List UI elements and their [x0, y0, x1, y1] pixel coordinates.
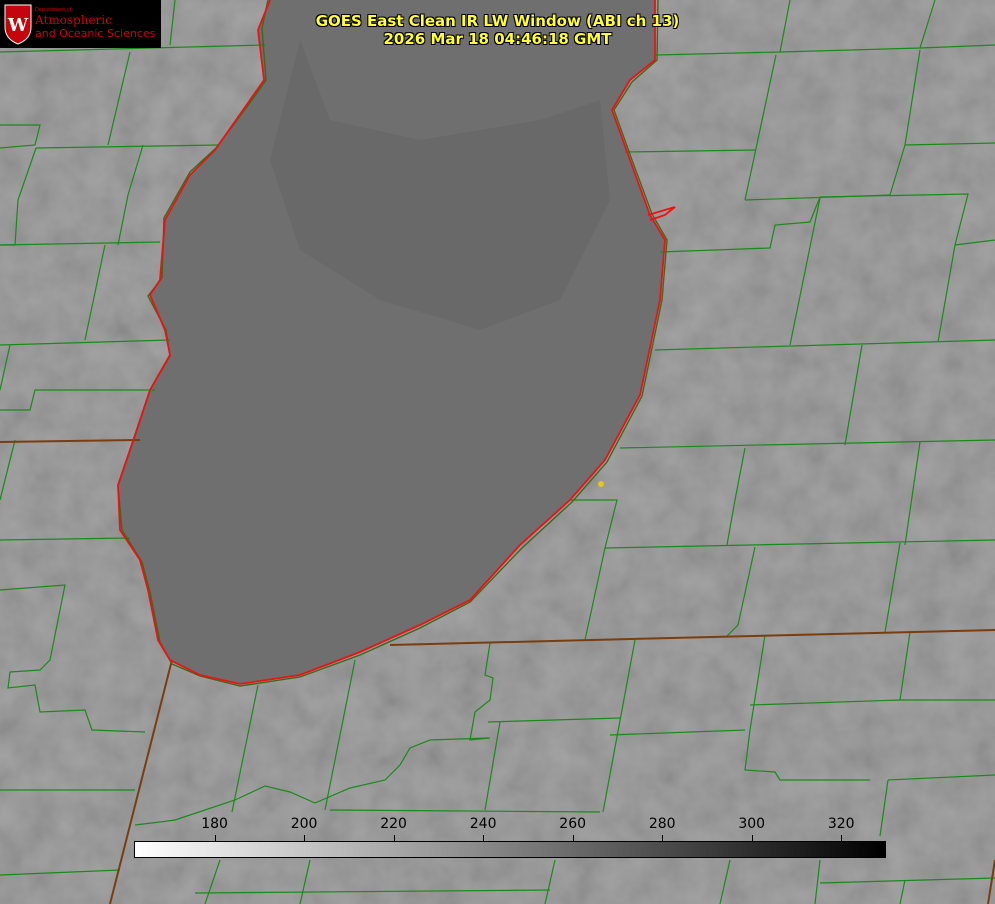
colorbar-tick-label: 280 [648, 816, 676, 832]
colorbar-tick-mark [393, 835, 395, 841]
colorbar-tick-label: 180 [201, 816, 228, 832]
colorbar-tick-mark [483, 835, 485, 841]
colorbar-tick-mark [214, 835, 216, 841]
colorbar-tick-label: 200 [290, 816, 318, 832]
colorbar-tick-label: 220 [380, 816, 407, 832]
colorbar-tick-mark [572, 835, 574, 841]
colorbar-tick-label: 240 [469, 816, 497, 832]
colorbar-tick-label: 300 [738, 816, 766, 832]
colorbar [134, 841, 886, 858]
colorbar-tick-label: 320 [827, 816, 855, 832]
colorbar-tick-label: 260 [559, 816, 587, 832]
colorbar-tick-mark [841, 835, 843, 841]
colorbar-tick-mark [662, 835, 664, 841]
colorbar-tick-mark [304, 835, 306, 841]
map-canvas [0, 0, 995, 904]
image-title: GOES East Clean IR LW Window (ABI ch 13) [315, 12, 680, 30]
satellite-image: W Department of Atmospheric and Oceanic … [0, 0, 995, 904]
colorbar-tick-mark [751, 835, 753, 841]
image-timestamp: 2026 Mar 18 04:46:18 GMT [383, 30, 612, 48]
station-marker [598, 481, 604, 487]
